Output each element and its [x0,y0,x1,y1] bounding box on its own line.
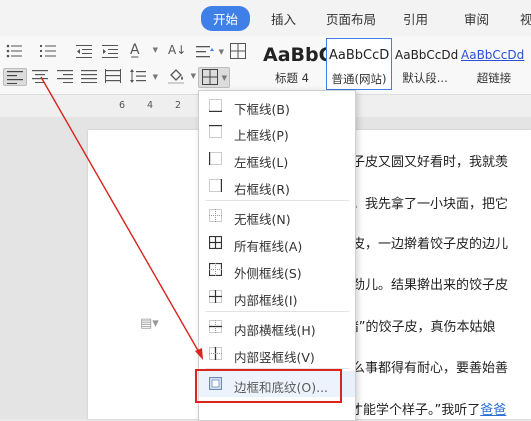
paint-bucket-icon [168,69,184,84]
menu-item-label: 内部框线(I) [234,293,298,308]
line-spacing-icon [130,69,146,83]
style-normal-web[interactable]: AaBbCcD 普通(网站) [326,38,392,90]
line-spacing-dropdown[interactable]: ▼ [130,69,158,85]
increase-indent-button[interactable] [102,44,122,60]
menu-item-left-border[interactable]: 左框线(L) [199,146,355,172]
annotation-highlight-box [195,369,342,403]
border-left-icon [209,152,222,165]
numbered-list-button[interactable] [40,44,60,60]
style-sample: AaBbCcDd [461,48,525,62]
justify-button[interactable] [81,69,101,85]
doc-line: 得劲儿。结果擀出来的饺子皮 [339,278,509,293]
border-bottom-icon [209,99,222,112]
align-justify-icon [81,70,97,83]
menu-item-inside-vertical-border[interactable]: 内部竖框线(V) [199,341,355,367]
align-center-icon [32,70,48,83]
distributed-align-icon [105,69,121,83]
paragraph-settings-icon [196,46,214,58]
style-name: 普通(网站) [331,72,387,86]
border-right-icon [209,179,222,192]
ribbon-tab-bar: 开始 插入 页面布局 引用 审阅 视 [0,0,531,36]
doc-line: 子皮，一边擀着饺子皮的边儿 [339,237,509,252]
align-left-button[interactable] [3,68,27,86]
bullet-list-button[interactable] [6,44,26,60]
menu-item-outside-borders[interactable]: 外侧框线(S) [199,257,355,283]
doc-line: 饺子皮又圆又好看时，我就羡 [339,155,509,170]
doc-line: 它。我先拿了一小块面，把它 [339,197,509,212]
ruler-number: 6 [119,100,126,111]
border-all-icon [209,236,222,249]
doc-line: 什么事都得有耐心，要善始善 [339,361,509,376]
menu-item-label: 上框线(P) [234,128,289,143]
border-inside-icon [209,290,222,303]
style-default-paragraph[interactable]: AaBbCcDd 默认段... [393,38,459,88]
align-right-button[interactable] [57,69,77,85]
numbered-list-icon [40,45,56,57]
menu-item-label: 内部竖框线(V) [234,350,315,365]
table-button[interactable] [230,43,250,59]
style-sample: AaBbCcDd [395,48,459,62]
shading-button[interactable]: ▼ [168,68,196,84]
border-icon [202,69,218,85]
menu-separator [205,311,349,312]
tab-references[interactable]: 引用 [403,9,428,28]
menu-item-label: 外侧框线(S) [234,266,302,281]
align-right-icon [57,70,73,83]
style-sample: AaBbCcD [329,48,390,63]
menu-item-top-border[interactable]: 上框线(P) [199,119,355,145]
menu-item-label: 无框线(N) [234,212,291,227]
menu-item-bottom-border[interactable]: 下框线(B) [199,93,355,119]
menu-item-label: 下框线(B) [234,102,290,117]
increase-indent-icon [102,45,118,58]
style-name: 标题 4 [275,71,309,85]
tab-view[interactable]: 视 [520,9,531,28]
page-layout-icon: ▤▾ [140,316,159,331]
menu-item-label: 所有框线(A) [234,239,303,254]
menu-item-label: 内部横框线(H) [234,323,316,338]
bullet-list-icon [6,44,22,58]
border-none-icon [209,209,222,222]
style-sample: AaBbC [263,44,333,66]
menu-item-label: 左框线(L) [234,155,289,170]
align-left-icon [7,71,23,84]
ruler-number: 4 [147,100,154,111]
align-center-button[interactable] [32,69,52,85]
decrease-indent-button[interactable] [76,44,96,60]
tab-page-layout[interactable]: 页面布局 [326,9,376,28]
sort-button[interactable]: A↓ [168,43,188,59]
distributed-align-button[interactable] [105,69,125,85]
grid-table-icon [230,43,246,59]
menu-item-inside-horizontal-border[interactable]: 内部横框线(H) [199,314,355,340]
style-name: 超链接 [476,71,512,85]
tab-review[interactable]: 审阅 [464,9,489,28]
style-hyperlink[interactable]: AaBbCcDd 超链接 [459,38,529,88]
menu-separator [205,200,349,201]
doc-line: ”赌”的饺子皮，真伤本姑娘 [339,320,496,335]
tab-home[interactable]: 开始 [201,6,251,31]
menu-item-all-borders[interactable]: 所有框线(A) [199,230,355,256]
style-heading-4[interactable]: AaBbC 标题 4 [260,38,333,88]
menu-item-right-border[interactable]: 右框线(R) [199,173,355,199]
border-inside-vertical-icon [209,347,222,360]
text-effect-icon: A̲ [130,42,140,58]
border-inside-horizontal-icon [209,320,222,333]
sort-icon: A↓ [168,43,187,57]
doc-link[interactable]: 爸爸 [480,403,506,418]
menu-item-no-border[interactable]: 无框线(N) [199,203,355,229]
font-effects-button[interactable]: A̲ ▼ [130,42,158,58]
borders-dropdown-button[interactable]: ▼ [198,67,230,88]
border-top-icon [209,125,222,138]
style-name: 默认段... [402,71,448,85]
ruler-number: 2 [175,100,182,111]
border-outside-icon [209,263,222,276]
tab-insert[interactable]: 插入 [271,9,296,28]
line-spacing-button[interactable]: ▼ [196,44,224,60]
decrease-indent-icon [76,45,92,58]
menu-item-label: 右框线(R) [234,182,290,197]
menu-item-inside-borders[interactable]: 内部框线(I) [199,284,355,310]
